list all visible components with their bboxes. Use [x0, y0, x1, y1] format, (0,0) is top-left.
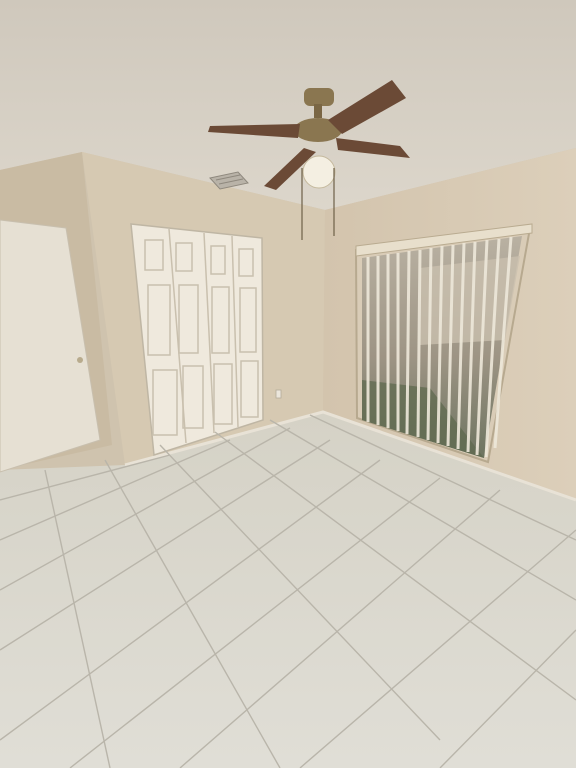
wall-outlet [275, 389, 282, 399]
closet-frame [130, 223, 264, 456]
fan-light-globe [302, 155, 336, 189]
door-knob[interactable] [77, 357, 83, 363]
room-photo [0, 0, 576, 768]
fan-rod [314, 104, 322, 118]
fan-mount [304, 88, 334, 106]
